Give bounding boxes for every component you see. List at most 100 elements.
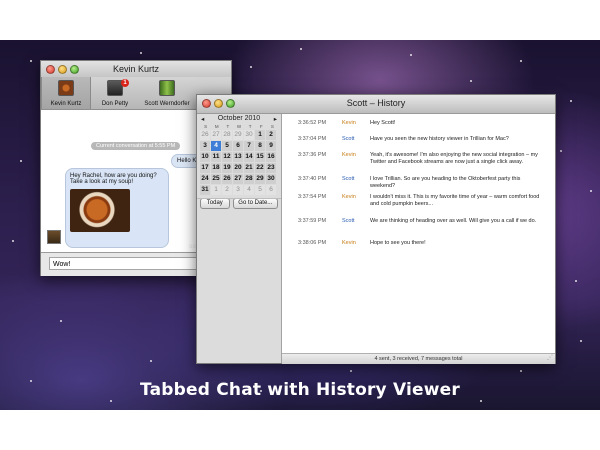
calendar-day[interactable]: 31 <box>200 185 210 195</box>
message-text: We are thinking of heading over as well.… <box>370 218 537 224</box>
message-time: 3:38:06 PM <box>298 240 327 246</box>
history-titlebar[interactable]: Scott – History <box>197 95 555 114</box>
calendar-day[interactable]: 2 <box>266 130 276 140</box>
calendar-day[interactable]: 14 <box>244 152 254 162</box>
calendar-day[interactable]: 26 <box>222 174 232 184</box>
calendar-day[interactable]: 24 <box>200 174 210 184</box>
system-message: Current conversation at 5:55 PM <box>91 142 181 150</box>
calendar-day[interactable]: 13 <box>233 152 243 162</box>
avatar-bottle-icon <box>159 80 175 96</box>
calendar-day[interactable]: 21 <box>244 163 254 173</box>
star <box>150 360 152 362</box>
calendar-day[interactable]: 28 <box>244 174 254 184</box>
calendar-day[interactable]: 5 <box>255 185 265 195</box>
calendar-day[interactable]: 4 <box>244 185 254 195</box>
calendar-day[interactable]: 27 <box>233 174 243 184</box>
message-time: 3:37:04 PM <box>298 136 327 142</box>
star <box>12 240 14 242</box>
calendar-day[interactable]: 5 <box>222 141 232 151</box>
calendar-day[interactable]: 30 <box>244 130 254 140</box>
calendar-day[interactable]: 10 <box>200 152 210 162</box>
calendar-day[interactable]: 25 <box>211 174 221 184</box>
calendar-day[interactable]: 6 <box>233 141 243 151</box>
message-text: Hope to see you there! <box>370 240 426 246</box>
incoming-message-bubble: Hey Rachel, how are you doing? Take a lo… <box>65 168 169 248</box>
message-sender: Scott <box>342 136 355 142</box>
calendar-day[interactable]: 16 <box>266 152 276 162</box>
star <box>20 160 22 162</box>
message-sender: Scott <box>342 176 355 182</box>
star <box>480 400 482 402</box>
today-button[interactable]: Today <box>200 198 230 209</box>
unread-badge: 1 <box>121 79 129 87</box>
chat-window-title: Kevin Kurtz <box>112 64 160 74</box>
message-sender: Scott <box>342 218 355 224</box>
message-text: I love Trillian. So are you heading to t… <box>370 176 521 189</box>
calendar-day[interactable]: 27 <box>211 130 221 140</box>
star <box>250 66 252 68</box>
calendar-day[interactable]: 30 <box>266 174 276 184</box>
calendar-day[interactable]: 15 <box>255 152 265 162</box>
tab-scott-werndorfer[interactable]: Scott Werndorfer <box>139 77 195 109</box>
calendar-day[interactable]: 11 <box>211 152 221 162</box>
star <box>350 370 352 372</box>
star <box>60 320 62 322</box>
calendar-day[interactable]: 28 <box>222 130 232 140</box>
calendar-day[interactable]: 26 <box>200 130 210 140</box>
message-time: 3:37:36 PM <box>298 152 327 158</box>
prev-month-button[interactable]: ◂ <box>201 115 204 124</box>
tab-label: Scott Werndorfer <box>144 101 190 107</box>
calendar-day[interactable]: 2 <box>222 185 232 195</box>
history-status-bar: 4 sent, 3 received, 7 messages total ⋰ <box>282 353 555 364</box>
calendar-day[interactable]: 23 <box>266 163 276 173</box>
calendar-panel: ◂ October 2010 ▸ SMTWTFS 26 27 28 29 30 1 2 3 4 5… <box>197 114 282 363</box>
incoming-message-text: Hey Rachel, how are you doing? Take a lo… <box>70 173 157 185</box>
calendar-day-selected[interactable]: 4 <box>211 141 221 151</box>
calendar-day[interactable]: 3 <box>200 141 210 151</box>
star <box>570 100 572 102</box>
calendar-day[interactable]: 29 <box>255 174 265 184</box>
calendar-day[interactable]: 7 <box>244 141 254 151</box>
calendar-month: October 2010 <box>217 115 261 122</box>
history-window: Scott – History ◂ October 2010 ▸ SMTWTFS… <box>196 94 556 364</box>
calendar-grid: 26 27 28 29 30 1 2 3 4 5 6 7 8 9 10 11 12 13 14 15 16 17 18 19 2… <box>197 130 281 195</box>
soup-photo[interactable] <box>70 189 130 232</box>
star <box>560 150 562 152</box>
go-to-date-button[interactable]: Go to Date... <box>232 198 278 209</box>
message-count-status: 4 sent, 3 received, 7 messages total <box>374 356 463 362</box>
calendar-day[interactable]: 29 <box>233 130 243 140</box>
star <box>110 400 112 402</box>
history-log[interactable]: 3:36:52 PM Kevin Hey Scott! 3:37:04 PM Scott… <box>282 114 555 353</box>
calendar-day[interactable]: 12 <box>222 152 232 162</box>
calendar-day[interactable]: 8 <box>255 141 265 151</box>
message-text: I wouldn't miss it. This is my favorite … <box>370 194 540 207</box>
message-time: 3:37:59 PM <box>298 218 327 224</box>
star <box>30 60 32 62</box>
star <box>580 340 582 342</box>
chat-titlebar[interactable]: Kevin Kurtz <box>41 61 231 77</box>
calendar-day[interactable]: 9 <box>266 141 276 151</box>
tab-kevin-kurtz[interactable]: Kevin Kurtz <box>41 77 91 109</box>
message-sender: Kevin <box>342 152 356 158</box>
calendar-day[interactable]: 6 <box>266 185 276 195</box>
resize-grip-icon[interactable]: ⋰ <box>547 353 553 363</box>
calendar-day[interactable]: 1 <box>255 130 265 140</box>
calendar-header: ◂ October 2010 ▸ <box>197 114 281 124</box>
star <box>520 60 522 62</box>
history-window-title: Scott – History <box>346 98 406 108</box>
message-time: 3:37:40 PM <box>298 176 327 182</box>
message-text: Have you seen the new history viewer in … <box>370 136 509 142</box>
next-month-button[interactable]: ▸ <box>274 115 277 124</box>
calendar-day[interactable]: 3 <box>233 185 243 195</box>
tab-label: Kevin Kurtz <box>50 101 82 107</box>
calendar-day[interactable]: 22 <box>255 163 265 173</box>
calendar-day[interactable]: 20 <box>233 163 243 173</box>
calendar-day[interactable]: 19 <box>222 163 232 173</box>
calendar-day[interactable]: 18 <box>211 163 221 173</box>
tab-don-petty[interactable]: 1 Don Petty <box>91 77 139 109</box>
star <box>575 280 577 282</box>
message-time: 3:36:52 PM <box>298 120 327 126</box>
avatar-soup-icon <box>58 80 74 96</box>
calendar-day[interactable]: 1 <box>211 185 221 195</box>
calendar-day[interactable]: 17 <box>200 163 210 173</box>
